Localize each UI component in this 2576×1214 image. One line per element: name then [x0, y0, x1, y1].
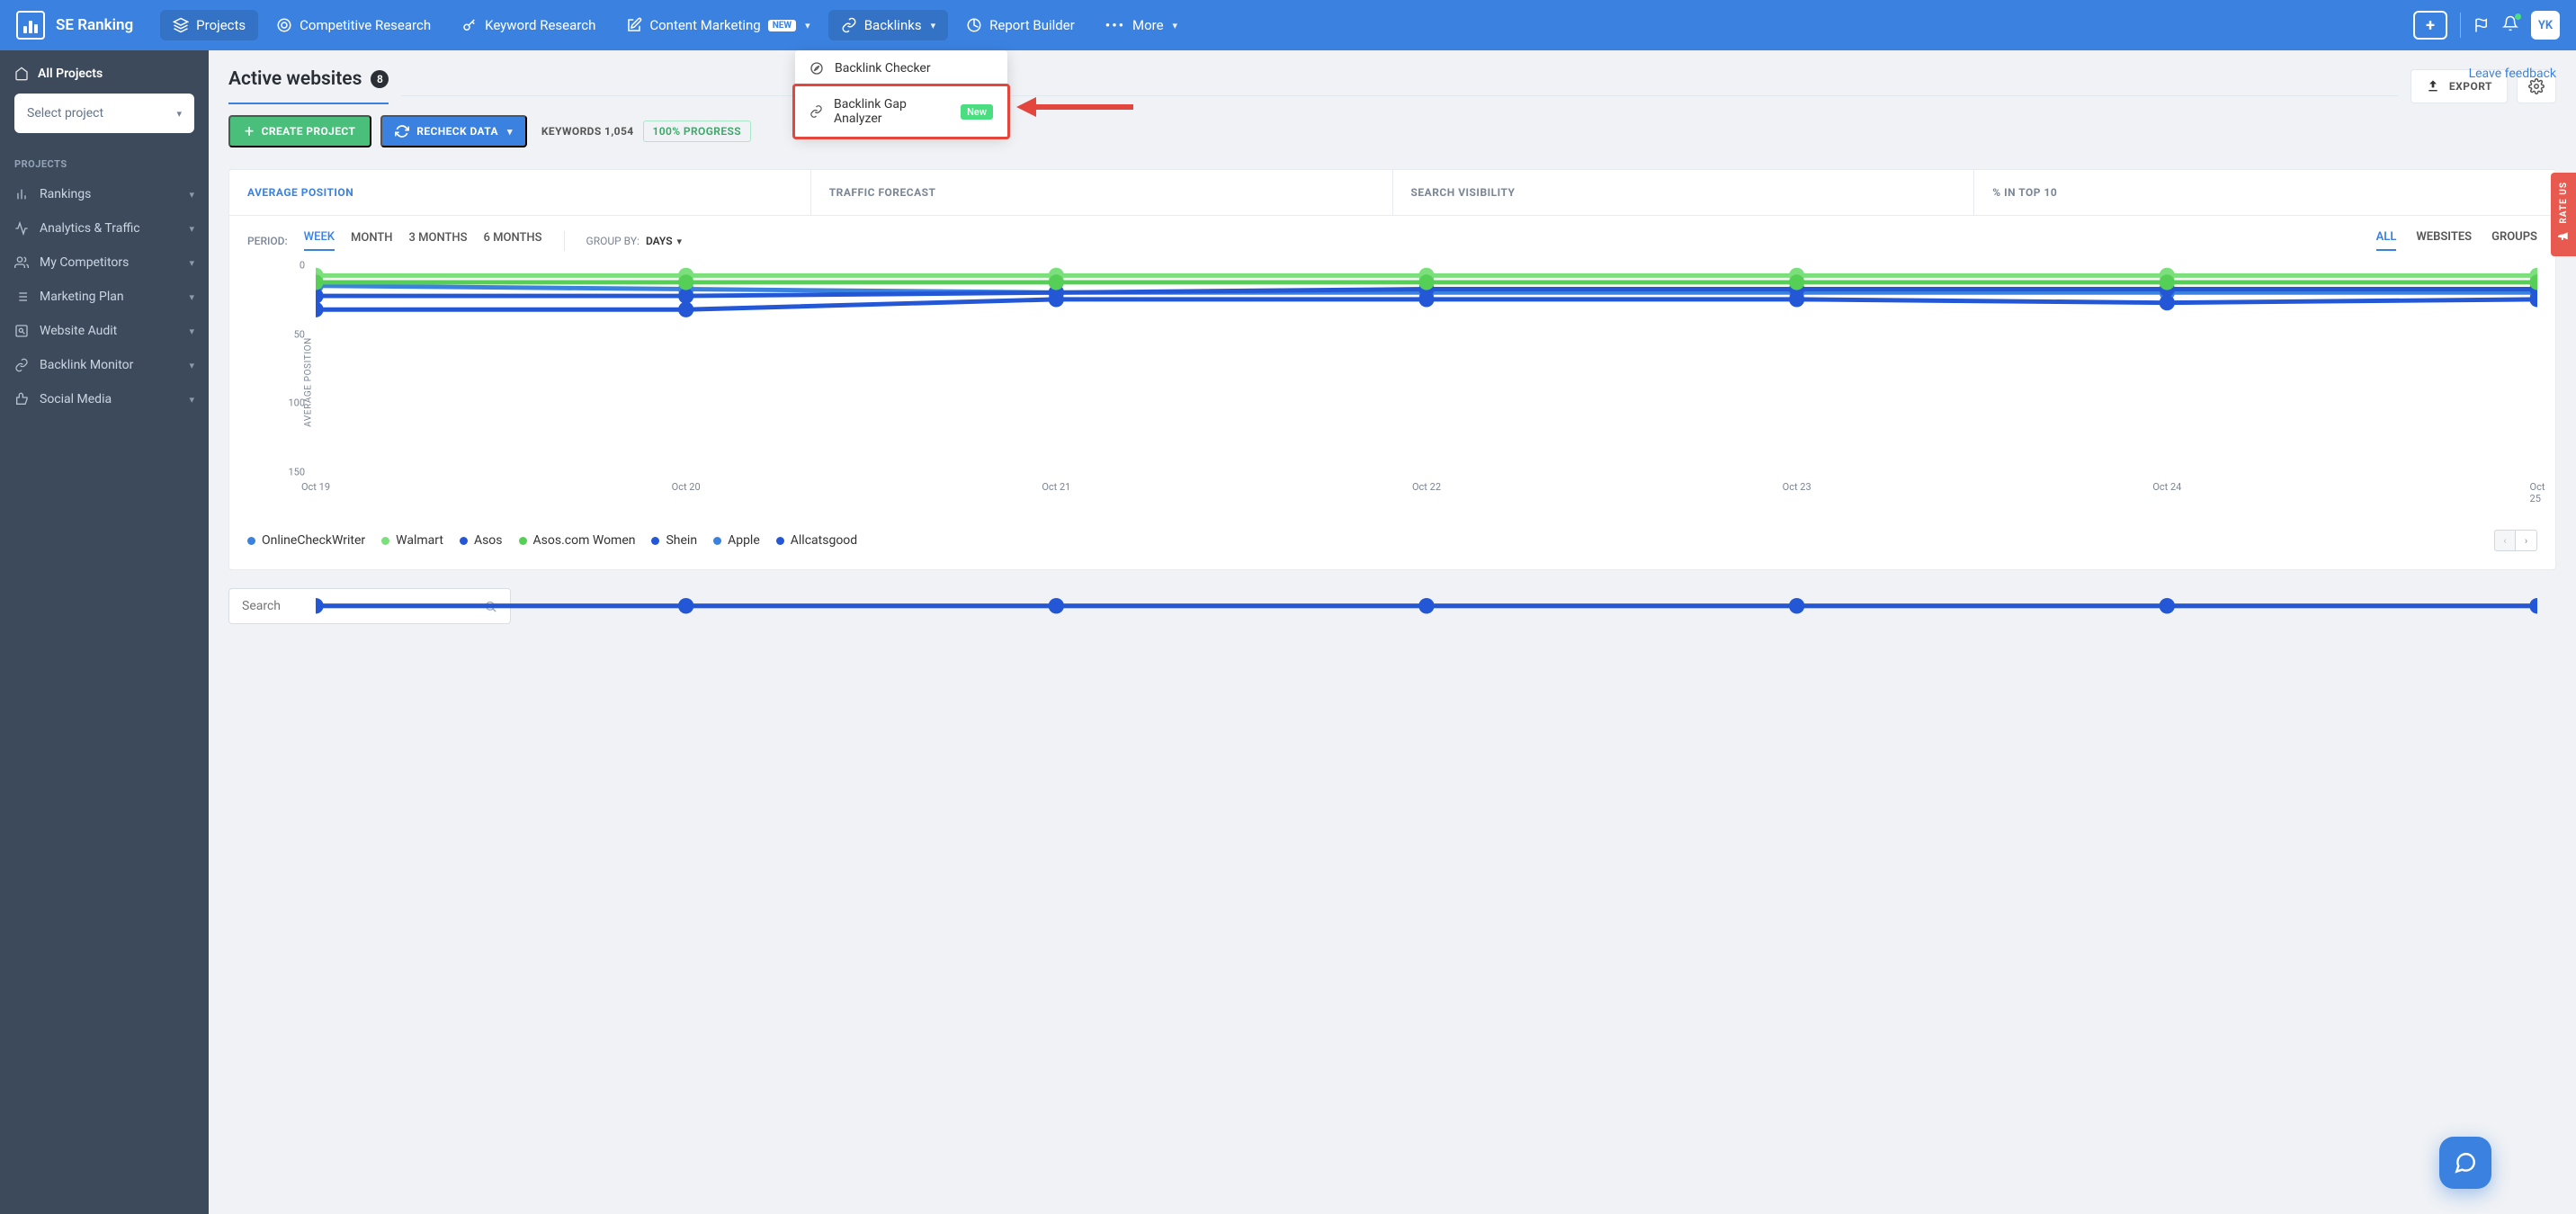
link-icon	[841, 17, 857, 33]
progress-badge: 100% PROGRESS	[643, 121, 751, 142]
rate-us-tab[interactable]: RATE US	[2551, 173, 2576, 256]
key-icon	[461, 17, 478, 33]
add-button[interactable]: +	[2413, 11, 2447, 40]
bars-icon	[14, 187, 29, 201]
nav-backlinks[interactable]: Backlinks ▾	[828, 10, 948, 40]
sidebar-item-social-media[interactable]: Social Media▾	[0, 382, 209, 416]
chevron-down-icon: ▾	[189, 189, 194, 201]
users-icon	[14, 255, 29, 270]
chevron-down-icon: ▾	[189, 326, 194, 337]
bell-icon[interactable]	[2502, 15, 2518, 35]
edit-icon	[626, 17, 642, 33]
sidebar-item-rankings[interactable]: Rankings▾	[0, 177, 209, 211]
backlinks-dropdown: Backlink Checker Backlink Gap Analyzer N…	[795, 50, 1007, 137]
topbar: SE Ranking Projects Competitive Research…	[0, 0, 2576, 50]
nav-competitive-research[interactable]: Competitive Research	[264, 10, 443, 40]
tab-search-visibility[interactable]: SEARCH VISIBILITY	[1393, 170, 1975, 215]
nav-report-builder[interactable]: Report Builder	[953, 10, 1087, 40]
chart-card: AVERAGE POSITION TRAFFIC FORECAST SEARCH…	[228, 169, 2556, 570]
sidebar-item-backlink-monitor[interactable]: Backlink Monitor▾	[0, 348, 209, 382]
topbar-right: + YK	[2413, 11, 2560, 40]
layers-icon	[173, 17, 189, 33]
project-selector[interactable]: Select project ▾	[14, 94, 194, 133]
chevron-down-icon: ▾	[189, 257, 194, 269]
report-icon	[966, 17, 982, 33]
nav-keyword-research[interactable]: Keyword Research	[449, 10, 608, 40]
create-project-button[interactable]: +CREATE PROJECT	[228, 115, 371, 147]
new-badge: NEW	[768, 20, 796, 31]
target-icon	[276, 17, 292, 33]
active-websites-tab[interactable]: Active websites 8	[228, 68, 389, 104]
activity-icon	[14, 221, 29, 236]
main-content: Leave feedback Active websites 8 EXPORT …	[209, 50, 2576, 1214]
chevron-down-icon: ▾	[805, 20, 810, 31]
groupby-selector[interactable]: GROUP BY: DAYS ▾	[586, 235, 683, 247]
dots-icon: •••	[1105, 17, 1125, 33]
chevron-down-icon: ▾	[176, 108, 182, 120]
compass-icon	[809, 61, 824, 76]
period-month[interactable]: MONTH	[351, 231, 393, 250]
chevron-down-icon: ▾	[189, 223, 194, 235]
megaphone-icon	[2556, 229, 2571, 244]
brand-text: SE Ranking	[56, 16, 133, 34]
chevron-down-icon: ▾	[189, 360, 194, 371]
nav-more[interactable]: ••• More ▾	[1093, 10, 1190, 40]
projects-section-label: PROJECTS	[0, 146, 209, 177]
sidebar-item-website-audit[interactable]: Website Audit▾	[0, 314, 209, 348]
link-icon	[809, 104, 823, 119]
dropdown-backlink-gap-analyzer[interactable]: Backlink Gap Analyzer New	[792, 84, 1010, 139]
period-label: PERIOD:	[247, 235, 288, 247]
brand-logo[interactable]: SE Ranking	[16, 11, 133, 40]
refresh-icon	[395, 124, 409, 138]
count-badge: 8	[371, 70, 389, 88]
nav-projects[interactable]: Projects	[160, 10, 258, 40]
period-3months[interactable]: 3 MONTHS	[409, 231, 468, 250]
nav-content-marketing[interactable]: Content Marketing NEW ▾	[613, 10, 822, 40]
logo-icon	[16, 11, 45, 40]
filter-websites[interactable]: WEBSITES	[2416, 230, 2472, 251]
sidebar-item-marketing-plan[interactable]: Marketing Plan▾	[0, 280, 209, 314]
chart: AVERAGE POSITION 050100150 Oct 19Oct 20O…	[229, 256, 2555, 517]
sidebar: All Projects Select project ▾ PROJECTS R…	[0, 50, 209, 1214]
chat-icon	[2454, 1151, 2477, 1174]
chevron-down-icon: ▾	[189, 291, 194, 303]
dropdown-backlink-checker[interactable]: Backlink Checker	[795, 50, 1007, 86]
period-6months[interactable]: 6 MONTHS	[484, 231, 542, 250]
chevron-down-icon: ▾	[189, 394, 194, 406]
recheck-data-button[interactable]: RECHECK DATA ▾	[380, 115, 527, 147]
upload-icon	[2426, 79, 2440, 94]
all-projects-link[interactable]: All Projects	[14, 63, 194, 94]
tab-traffic-forecast[interactable]: TRAFFIC FORECAST	[811, 170, 1393, 215]
filter-groups[interactable]: GROUPS	[2491, 230, 2537, 251]
flag-icon[interactable]	[2473, 17, 2490, 33]
chevron-down-icon: ▾	[1173, 20, 1178, 31]
link-icon	[14, 358, 29, 372]
tab-average-position[interactable]: AVERAGE POSITION	[229, 170, 811, 215]
top-nav: Projects Competitive Research Keyword Re…	[160, 10, 2413, 40]
chat-button[interactable]	[2439, 1137, 2491, 1189]
annotation-arrow	[1016, 94, 1133, 124]
chart-plot	[316, 265, 2537, 776]
filter-all[interactable]: ALL	[2376, 230, 2397, 251]
chevron-down-icon: ▾	[507, 126, 513, 138]
tab-top10[interactable]: % IN TOP 10	[1974, 170, 2555, 215]
leave-feedback-link[interactable]: Leave feedback	[2469, 67, 2556, 81]
chevron-down-icon: ▾	[677, 236, 683, 247]
keywords-count: KEYWORDS 1,054	[541, 125, 634, 138]
sidebar-item-analytics[interactable]: Analytics & Traffic▾	[0, 211, 209, 245]
plus-icon: +	[245, 122, 255, 141]
list-icon	[14, 290, 29, 304]
new-badge: New	[961, 104, 993, 120]
sidebar-item-competitors[interactable]: My Competitors▾	[0, 245, 209, 280]
period-week[interactable]: WEEK	[304, 230, 335, 251]
chevron-down-icon: ▾	[931, 20, 936, 31]
search-doc-icon	[14, 324, 29, 338]
thumbs-up-icon	[14, 392, 29, 406]
user-avatar[interactable]: YK	[2531, 11, 2560, 40]
home-icon	[14, 67, 29, 81]
